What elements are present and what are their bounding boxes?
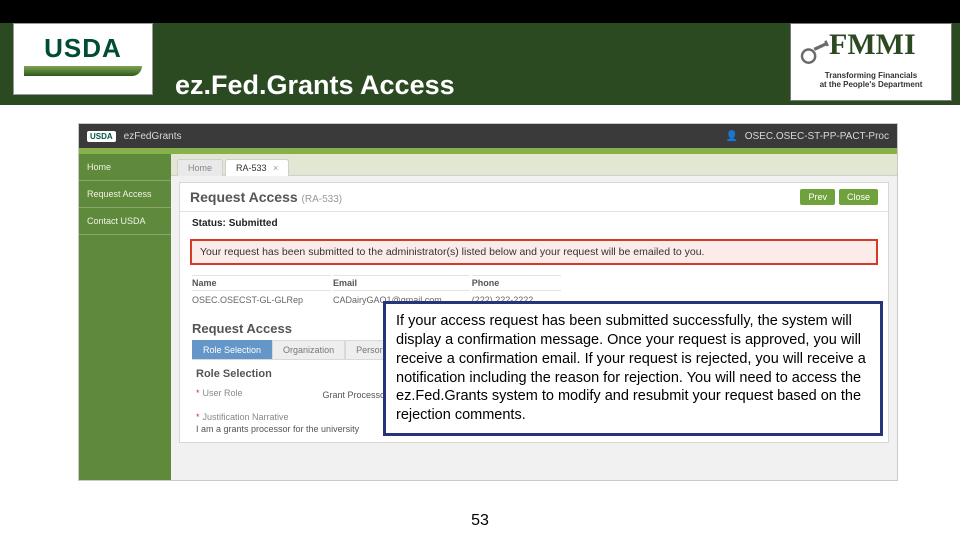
tab-ra-533-label: RA-533	[236, 163, 267, 173]
mini-usda-badge: USDA	[87, 131, 116, 142]
slide-title: ez.Fed.Grants Access	[175, 70, 455, 101]
close-button[interactable]: Close	[839, 189, 878, 205]
key-icon	[799, 38, 833, 66]
app-user-label[interactable]: 👤 OSEC.OSEC-ST-PP-PACT-Proc	[725, 131, 889, 142]
app-topbar: USDA ezFedGrants 👤 OSEC.OSEC-ST-PP-PACT-…	[79, 124, 897, 148]
user-role-value: Grant Processor	[323, 390, 389, 400]
page-number: 53	[0, 512, 960, 530]
header-dark-band	[0, 0, 960, 23]
tab-ra-533[interactable]: RA-533 ×	[225, 159, 289, 176]
panel-title-sub: (RA-533)	[302, 194, 343, 205]
usda-logo: USDA	[13, 23, 153, 95]
usda-logo-text: USDA	[24, 33, 142, 64]
subtab-role-selection[interactable]: Role Selection	[192, 340, 272, 359]
status-label: Status:	[192, 218, 226, 229]
sidebar-item-home[interactable]: Home	[79, 154, 171, 181]
user-role-label-text: User Role	[203, 388, 243, 398]
panel-title-text: Request Access	[190, 189, 298, 205]
col-email: Email	[333, 275, 470, 291]
panel-header: Request Access (RA-533) Prev Close	[180, 183, 888, 212]
justification-label-text: Justification Narrative	[203, 412, 289, 422]
panel-title: Request Access (RA-533)	[190, 189, 342, 205]
prev-button[interactable]: Prev	[800, 189, 835, 205]
slide-header: USDA ez.Fed.Grants Access FMMI Transform…	[0, 0, 960, 105]
user-role-label: *User Role	[196, 388, 243, 398]
slide-content: USDA ezFedGrants 👤 OSEC.OSEC-ST-PP-PACT-…	[0, 105, 960, 540]
tabstrip: Home RA-533 ×	[171, 154, 897, 176]
status-value: Submitted	[229, 218, 278, 229]
col-name: Name	[192, 275, 331, 291]
app-brand: ezFedGrants	[124, 131, 182, 142]
subtab-organization[interactable]: Organization	[272, 340, 345, 359]
fmmi-tagline-2: at the People's Department	[797, 81, 945, 90]
sidebar-item-contact-usda[interactable]: Contact USDA	[79, 208, 171, 235]
cell-name: OSEC.OSECST-GL-GLRep	[192, 293, 331, 307]
col-phone: Phone	[472, 275, 562, 291]
close-icon[interactable]: ×	[273, 163, 278, 173]
user-icon: 👤	[725, 131, 737, 142]
tab-home[interactable]: Home	[177, 159, 223, 176]
tab-home-label: Home	[188, 163, 212, 173]
status-line: Status: Submitted	[180, 212, 888, 235]
usda-logo-swoosh	[24, 66, 142, 76]
submit-alert: Your request has been submitted to the a…	[190, 239, 878, 265]
callout-box: If your access request has been submitte…	[383, 301, 883, 436]
app-user-name: OSEC.OSEC-ST-PP-PACT-Proc	[745, 131, 889, 142]
fmmi-logo: FMMI Transforming Financials at the Peop…	[790, 23, 952, 101]
sidebar-item-request-access[interactable]: Request Access	[79, 181, 171, 208]
app-sidebar: Home Request Access Contact USDA	[79, 154, 171, 480]
fmmi-logo-text: FMMI	[829, 28, 916, 62]
